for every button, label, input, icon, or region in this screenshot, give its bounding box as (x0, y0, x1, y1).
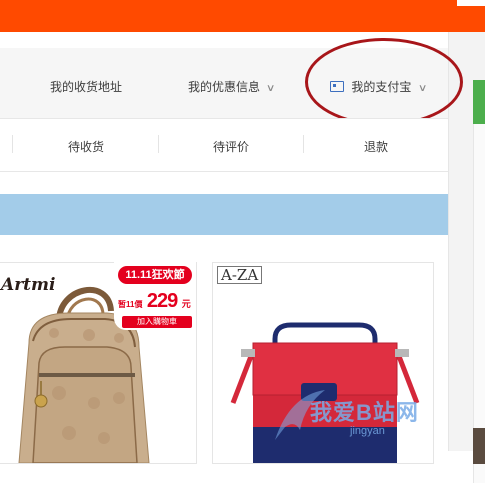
nav-shipping-address-label: 我的收货地址 (50, 80, 123, 94)
top-header-bar (0, 0, 485, 32)
tab-to-review[interactable]: 待评价 (213, 138, 249, 155)
section-banner (0, 194, 448, 235)
tab-divider (158, 135, 159, 153)
tab-to-receive[interactable]: 待收货 (68, 138, 104, 155)
watermark-subtext: jingyan (350, 425, 385, 437)
nav-coupons-label: 我的优惠信息 (188, 80, 261, 94)
nav-coupons[interactable]: 我的优惠信息 ∨ (188, 78, 276, 95)
sidebar-green-strip (473, 80, 485, 124)
chevron-down-icon: ∨ (266, 83, 276, 94)
site-watermark: 我爱B站网 jingyan (270, 385, 485, 451)
tab-refund[interactable]: 退款 (364, 138, 388, 155)
promo-unit: 元 (181, 299, 191, 309)
add-to-cart-button[interactable]: 加入購物車 (122, 316, 192, 328)
promo-price-row: 暂11價 229 元 (118, 290, 196, 313)
tab-divider (303, 135, 304, 153)
nav-shipping-address[interactable]: 我的收货地址 (50, 78, 122, 95)
promo-tag: 11.11狂欢節 (118, 266, 192, 284)
order-status-tabs: 待收货 待评价 退款 (0, 118, 448, 172)
watermark-text: 我爱B站网 (310, 400, 419, 425)
promo-badge: 11.11狂欢節 暂11價 229 元 加入購物車 (114, 262, 196, 330)
annotation-circle (305, 38, 463, 126)
promo-price: 229 (146, 290, 178, 312)
promo-pre-label: 暂11價 (118, 300, 143, 309)
header-corner (457, 0, 485, 6)
tab-divider (12, 135, 13, 153)
